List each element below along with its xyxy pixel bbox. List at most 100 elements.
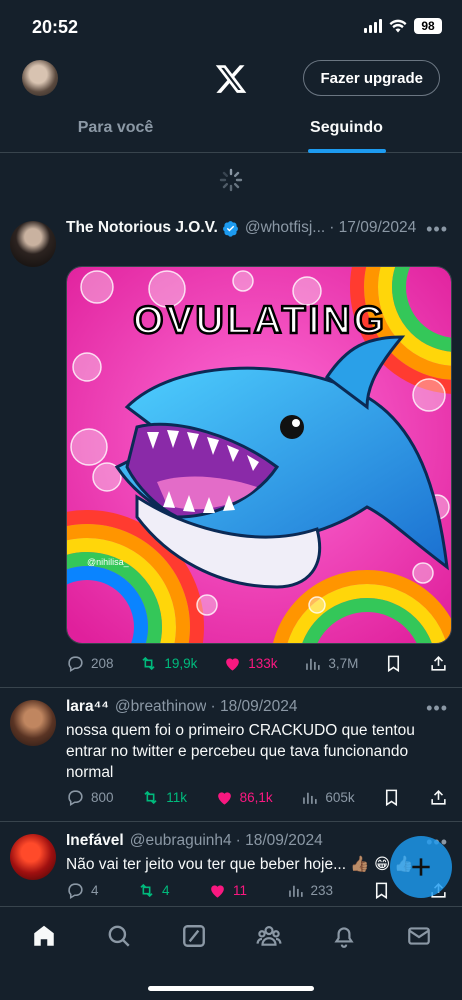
bookmark-icon <box>375 882 387 899</box>
tweet-author-name[interactable]: The Notorious J.O.V. <box>66 219 218 237</box>
x-logo-icon <box>215 65 247 93</box>
tweet-header: lara⁴⁴ @breathinow · 18/09/2024 <box>66 698 442 716</box>
tweet-header: The Notorious J.O.V. @whotfisj... · 17/0… <box>66 219 442 237</box>
reply-button[interactable]: 208 <box>66 654 114 673</box>
bookmark-button[interactable] <box>372 881 391 900</box>
view-count: 3,7M <box>328 655 359 671</box>
tab-for-you[interactable]: Para você <box>0 104 231 152</box>
tab-following[interactable]: Seguindo <box>231 104 462 153</box>
tweet-date[interactable]: · 18/09/2024 <box>236 832 323 850</box>
tab-label: Seguindo <box>310 119 383 136</box>
bookmark-button[interactable] <box>384 654 403 673</box>
like-count: 133k <box>248 655 278 671</box>
reply-icon <box>68 882 83 899</box>
tweet-text: nossa quem foi o primeiro CRACKUDO que t… <box>66 722 415 781</box>
retweet-icon <box>140 883 153 897</box>
ovulating-dolphin-illustration: OVULATING @nihilisa_ <box>67 267 451 643</box>
notifications-icon <box>333 927 354 948</box>
nav-communities[interactable] <box>249 921 289 951</box>
like-button[interactable]: 133k <box>223 654 278 673</box>
tab-active-indicator <box>307 149 386 153</box>
bookmark-button[interactable] <box>382 788 401 807</box>
views-button[interactable]: 605k <box>300 788 355 807</box>
tweet-handle[interactable]: @whotfisj... <box>245 219 325 237</box>
tweet-actions: 800 11k 86,1k 605k <box>66 785 448 809</box>
tweet-date[interactable]: · 18/09/2024 <box>210 698 297 716</box>
status-bar: 20:52 98 <box>0 0 462 52</box>
plus-icon <box>412 858 430 876</box>
retweet-button[interactable]: 4 <box>137 881 170 900</box>
timeline-tabs: Para você Seguindo <box>0 104 462 153</box>
verified-badge-icon <box>222 220 238 237</box>
more-options-icon[interactable]: ••• <box>426 219 448 240</box>
retweet-button[interactable]: 11k <box>141 788 187 807</box>
tweet-handle[interactable]: @breathinow <box>115 698 207 716</box>
reply-count: 800 <box>91 789 114 805</box>
media-title: OVULATING <box>133 299 387 342</box>
tweet-avatar[interactable] <box>10 221 56 267</box>
like-count: 11 <box>233 882 248 898</box>
status-icons: 98 <box>364 18 442 34</box>
share-icon <box>431 789 446 805</box>
reply-button[interactable]: 800 <box>66 788 114 807</box>
views-button[interactable]: 233 <box>286 881 334 900</box>
grok-icon <box>182 925 205 947</box>
wifi-icon <box>389 19 407 33</box>
tweet-actions: 208 19,9k 133k 3,7M <box>66 651 448 675</box>
tweet-author-name[interactable]: Inefável <box>66 832 124 850</box>
tab-label: Para você <box>77 119 154 136</box>
retweet-count: 11k <box>166 789 187 805</box>
like-button[interactable]: 11 <box>208 881 247 900</box>
views-button[interactable]: 3,7M <box>303 654 358 673</box>
views-icon <box>288 885 303 897</box>
share-button[interactable] <box>429 788 448 807</box>
reply-button[interactable]: 4 <box>66 881 99 900</box>
bookmark-icon <box>388 655 400 672</box>
heart-icon <box>217 791 231 805</box>
top-header: Fazer upgrade <box>0 52 462 104</box>
tweet[interactable]: The Notorious J.O.V. @whotfisj... · 17/0… <box>0 205 462 688</box>
tweet-media-image[interactable]: OVULATING @nihilisa_ <box>66 266 452 644</box>
tweet[interactable]: lara⁴⁴ @breathinow · 18/09/2024 ••• noss… <box>0 688 462 822</box>
nav-messages[interactable] <box>399 921 439 951</box>
like-count: 86,1k <box>239 789 273 805</box>
view-count: 233 <box>310 882 334 898</box>
view-count: 605k <box>325 789 355 805</box>
retweet-count: 19,9k <box>164 655 198 671</box>
status-time: 20:52 <box>32 17 79 37</box>
communities-icon <box>256 926 281 946</box>
like-button[interactable]: 86,1k <box>215 788 273 807</box>
tweet-actions: 4 4 11 233 <box>66 878 448 902</box>
loading-spinner-icon <box>219 168 243 192</box>
heart-icon <box>226 657 240 671</box>
tweet-author-name[interactable]: lara⁴⁴ <box>66 698 109 716</box>
home-icon <box>33 925 54 946</box>
search-icon <box>108 925 130 947</box>
reply-icon <box>68 655 83 672</box>
media-watermark: @nihilisa_ <box>87 557 130 567</box>
profile-avatar[interactable] <box>22 60 58 96</box>
nav-grok[interactable] <box>174 921 214 951</box>
views-icon <box>306 658 320 670</box>
reply-count: 4 <box>91 882 99 898</box>
upgrade-button[interactable]: Fazer upgrade <box>303 60 440 96</box>
tweet-handle[interactable]: @eubraguinh4 <box>130 832 232 850</box>
tweet-date[interactable]: · 17/09/2024 <box>329 219 416 237</box>
compose-button[interactable] <box>390 836 452 898</box>
views-icon <box>303 792 317 804</box>
home-indicator <box>148 986 314 991</box>
nav-search[interactable] <box>99 921 139 951</box>
share-button[interactable] <box>429 654 448 673</box>
nav-home[interactable] <box>24 921 64 951</box>
tweet-avatar[interactable] <box>10 700 56 746</box>
retweet-count: 4 <box>162 882 170 898</box>
heart-icon <box>211 884 224 898</box>
tweet-avatar[interactable] <box>10 834 56 880</box>
more-options-icon[interactable]: ••• <box>426 698 448 719</box>
tweet-text: Não vai ter jeito vou ter que beber hoje… <box>66 856 414 873</box>
retweet-icon <box>142 656 155 670</box>
share-icon <box>431 655 446 671</box>
bottom-navigation <box>0 906 462 1000</box>
nav-notifications[interactable] <box>324 921 364 951</box>
retweet-button[interactable]: 19,9k <box>139 654 197 673</box>
